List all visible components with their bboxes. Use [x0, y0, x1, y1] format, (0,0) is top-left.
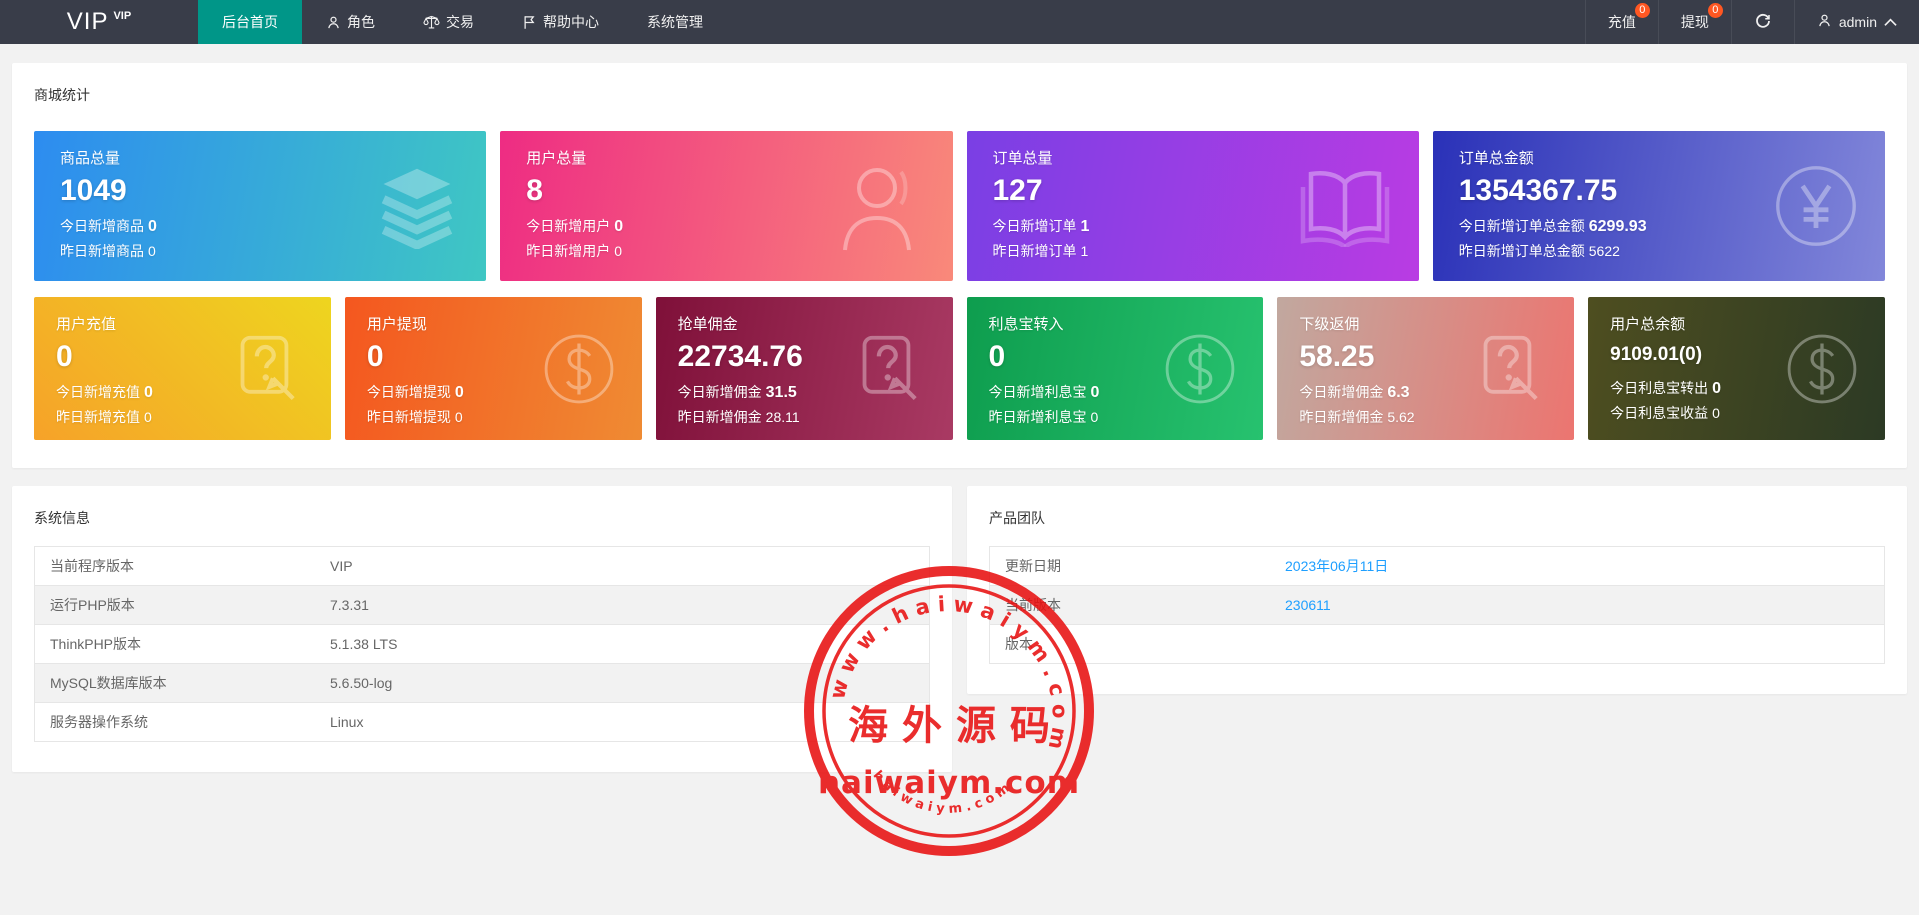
system-info-table: 当前程序版本 VIP 运行PHP版本 7.3.31 ThinkPHP版本 5.1… [34, 546, 930, 742]
table-row: 更新日期 2023年06月11日 [990, 547, 1884, 586]
book-icon [1297, 165, 1393, 247]
nav-item[interactable]: 系统管理 [623, 0, 727, 44]
nav-item[interactable]: 后台首页 [198, 0, 302, 44]
info-value: 5.6.50-log [330, 675, 393, 691]
stat-card[interactable]: 下级返佣 58.25 今日新增佣金 6.3 昨日新增佣金 5.62 [1277, 297, 1575, 440]
stat-card[interactable]: 抢单佣金 22734.76 今日新增佣金 31.5 昨日新增佣金 28.11 [655, 297, 953, 440]
dollar-circle-icon [1785, 332, 1859, 406]
user-icon [1817, 13, 1832, 31]
stat-card[interactable]: 订单总量 127 今日新增订单 1 昨日新增订单 1 [966, 131, 1419, 281]
scales-icon [423, 15, 440, 30]
stamp-arc-bottom-text: h a i w a i y m . c o m [866, 767, 1013, 824]
system-info-title: 系统信息 [34, 510, 90, 526]
info-label: 运行PHP版本 [50, 597, 135, 613]
notice-label: 充值 [1607, 14, 1636, 30]
table-row: 版本 [990, 625, 1884, 663]
stat-card-line-yesterday: 昨日新增佣金 5.62 [1299, 409, 1415, 425]
info-value: 7.3.31 [330, 597, 369, 613]
table-row: 当前程序版本 VIP [35, 547, 929, 586]
info-value: Linux [330, 714, 364, 730]
table-row: 当前版本 230611 [990, 586, 1884, 625]
layers-icon [374, 163, 460, 249]
nav-item-label: 交易 [446, 14, 474, 30]
product-team-table: 更新日期 2023年06月11日 当前版本 230611 版本 [989, 546, 1885, 664]
nav-item-label: 帮助中心 [543, 14, 599, 30]
dollar-circle-icon [1163, 332, 1237, 406]
info-value: 5.1.38 LTS [330, 636, 398, 652]
info-label: 服务器操作系统 [50, 714, 148, 730]
main-nav: 后台首页 角色 交易 帮助中心 系统管理 [198, 0, 727, 44]
nav-item[interactable]: 帮助中心 [498, 0, 623, 44]
table-row: 服务器操作系统 Linux [35, 703, 929, 741]
logo-text: VIP [66, 8, 109, 35]
user-name: admin [1838, 14, 1877, 30]
table-row: 运行PHP版本 7.3.31 [35, 586, 929, 625]
info-label: ThinkPHP版本 [50, 636, 142, 652]
notice-group: 充值 0 提现 0 [1584, 0, 1731, 44]
stats-row-2: 用户充值 0 今日新增充值 0 昨日新增充值 0 用户提现 0 今日新增提现 0… [34, 297, 1885, 440]
stats-row-1: 商品总量 1049 今日新增商品 0 昨日新增商品 0 用户总量 8 今日新增用… [34, 131, 1885, 281]
product-team-title: 产品团队 [989, 510, 1045, 526]
doc-question-pencil-icon [851, 331, 927, 407]
stat-card[interactable]: 利息宝转入 0 今日新增利息宝 0 昨日新增利息宝 0 [966, 297, 1264, 440]
notice-badge: 0 [1707, 3, 1723, 18]
shop-stats-panel: 商城统计 商品总量 1049 今日新增商品 0 昨日新增商品 0 用户总量 8 … [12, 63, 1907, 468]
notice-badge: 0 [1634, 3, 1650, 18]
stat-card[interactable]: 用户充值 0 今日新增充值 0 昨日新增充值 0 [34, 297, 331, 440]
person-icon [326, 15, 341, 30]
user-menu[interactable]: admin [1793, 0, 1919, 44]
nav-item-label: 系统管理 [647, 14, 703, 30]
bottom-section: 系统信息 当前程序版本 VIP 运行PHP版本 7.3.31 ThinkPHP版… [12, 486, 1907, 772]
table-row: MySQL数据库版本 5.6.50-log [35, 664, 929, 703]
stat-card-line-yesterday: 昨日新增佣金 28.11 [677, 409, 800, 425]
user-silhouette-icon [835, 158, 927, 254]
stat-card[interactable]: 用户总量 8 今日新增用户 0 昨日新增用户 0 [500, 131, 953, 281]
refresh-button[interactable] [1730, 0, 1794, 44]
notice-item[interactable]: 充值 0 [1584, 0, 1658, 44]
yen-circle-icon [1773, 163, 1859, 249]
notice-label: 提现 [1680, 14, 1709, 30]
stat-card[interactable]: 订单总金额 1354367.75 今日新增订单总金额 6299.93 昨日新增订单… [1432, 131, 1885, 281]
info-label: MySQL数据库版本 [50, 675, 167, 691]
info-label: 当前程序版本 [50, 558, 134, 574]
navbar-right: 充值 0 提现 0 admin [1584, 0, 1919, 44]
notice-item[interactable]: 提现 0 [1657, 0, 1731, 44]
stat-card[interactable]: 用户提现 0 今日新增提现 0 昨日新增提现 0 [344, 297, 642, 440]
refresh-icon [1754, 12, 1772, 33]
dollar-circle-icon [542, 332, 616, 406]
flag-icon [522, 15, 537, 30]
info-label: 版本 [1005, 636, 1033, 652]
stats-panel-title: 商城统计 [34, 87, 90, 103]
stat-card-line-yesterday: 昨日新增利息宝 0 [988, 409, 1099, 425]
nav-item[interactable]: 角色 [302, 0, 399, 44]
nav-item-label: 后台首页 [222, 14, 278, 30]
nav-item[interactable]: 交易 [399, 0, 498, 44]
stat-card-line-yesterday: 昨日新增提现 0 [366, 409, 463, 425]
stat-card[interactable]: 用户总余额 9109.01(0) 今日利息宝转出 0 今日利息宝收益 0 [1588, 297, 1885, 440]
info-label: 更新日期 [1005, 558, 1061, 574]
table-row: ThinkPHP版本 5.1.38 LTS [35, 625, 929, 664]
info-label: 当前版本 [1005, 597, 1061, 613]
logo-sup-text: VIP [113, 10, 132, 22]
info-value[interactable] [1270, 625, 1884, 663]
info-value[interactable]: 2023年06月11日 [1270, 547, 1884, 585]
stat-card-line-yesterday: 昨日新增充值 0 [56, 409, 152, 425]
nav-item-label: 角色 [347, 14, 375, 30]
doc-question-pencil-icon [229, 331, 305, 407]
app-logo: VIP VIP [0, 0, 198, 44]
system-info-panel: 系统信息 当前程序版本 VIP 运行PHP版本 7.3.31 ThinkPHP版… [12, 486, 952, 772]
info-value[interactable]: 230611 [1270, 586, 1884, 624]
info-value: VIP [330, 558, 353, 574]
stat-card[interactable]: 商品总量 1049 今日新增商品 0 昨日新增商品 0 [34, 131, 487, 281]
product-team-panel: 产品团队 更新日期 2023年06月11日 当前版本 230611 版本 [967, 486, 1907, 694]
top-navbar: VIP VIP 后台首页 角色 交易 帮助中心 系统管理 充值 0 提现 0 a… [0, 0, 1919, 44]
doc-question-pencil-icon [1472, 331, 1548, 407]
chevron-up-icon [1884, 14, 1897, 30]
